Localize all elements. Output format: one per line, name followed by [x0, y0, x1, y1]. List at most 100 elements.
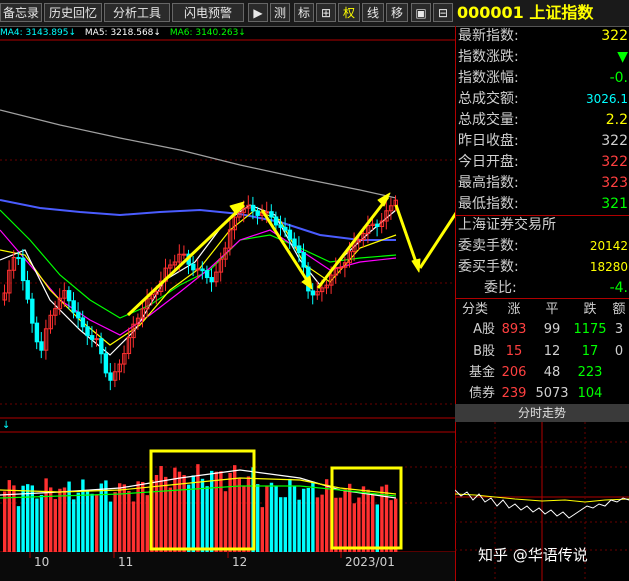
volume-bar — [274, 486, 278, 552]
x-label-dec: 12 — [232, 555, 247, 569]
volume-bar — [334, 497, 338, 552]
volume-bar — [325, 479, 329, 552]
quote-row-open: 今日开盘: 322 — [458, 154, 628, 170]
window-icon[interactable]: ▣ — [411, 3, 431, 22]
volume-bar — [187, 484, 191, 552]
arrow-up-1 — [126, 203, 246, 317]
volume-bar — [214, 471, 218, 552]
table-row: 基金 206 48 223 — [468, 365, 603, 380]
candle-body — [25, 280, 30, 300]
volume-bar — [292, 485, 297, 552]
volume-bar — [389, 500, 393, 552]
candle-body — [16, 257, 21, 260]
moving-average-lines — [0, 109, 397, 356]
volume-bar — [394, 498, 398, 552]
volume-bar — [21, 485, 25, 552]
layout-icon[interactable]: ⊟ — [433, 3, 453, 22]
volume-bar — [95, 494, 99, 552]
arrow-down-2 — [394, 204, 420, 269]
candle-body — [89, 335, 95, 340]
candle-body — [287, 229, 293, 240]
volume-bar — [58, 488, 62, 552]
candle-body — [85, 326, 90, 337]
table-header: 分类 涨 平 跌 额 — [461, 302, 626, 317]
candle-body — [39, 341, 44, 351]
volume-bar — [85, 490, 90, 552]
volume-bar — [99, 483, 103, 552]
volume-bar — [62, 487, 67, 552]
volume-bar — [3, 491, 7, 552]
volume-bar — [191, 475, 195, 552]
arrow-up-3 — [418, 211, 455, 269]
volume-bar — [260, 507, 264, 552]
volume-bar — [131, 501, 136, 552]
volume-bar — [108, 501, 113, 552]
volume-bar — [256, 484, 260, 552]
volume-bar — [352, 503, 356, 552]
volume-bar — [90, 493, 94, 552]
candle-body — [71, 300, 76, 313]
candle-body — [99, 338, 104, 355]
candle-body — [76, 311, 81, 319]
volume-bar — [283, 497, 287, 552]
volume-bar — [343, 489, 347, 552]
kline-chart[interactable]: ↓ 10 11 12 2023/01 — [0, 0, 455, 581]
toolbar: 备忘录 历史回忆 分析工具 闪电预警 ▶ 测 标 ⊞ 权 线 移 ▣ ⊟ 000… — [0, 0, 629, 27]
memo-button[interactable]: 备忘录 — [0, 3, 42, 22]
play-icon[interactable]: ▶ — [248, 3, 268, 22]
history-button[interactable]: 历史回忆 — [44, 3, 102, 22]
candle-body — [255, 210, 260, 216]
candle-body — [209, 277, 214, 283]
quote-row-change: 指数涨跌: ▼ — [458, 49, 628, 65]
ma-white-line — [0, 204, 397, 356]
candle-body — [301, 252, 306, 268]
volume-bar — [223, 491, 228, 552]
candle-body — [30, 298, 35, 324]
volume-bar — [173, 467, 177, 552]
x-label-nov: 11 — [118, 555, 133, 569]
volume-bar — [348, 483, 352, 552]
quote-row-ratio: 委比: -4. — [484, 280, 628, 296]
mark-button[interactable]: 标 — [294, 3, 314, 22]
table-row: 债券 239 5073 104 — [468, 386, 603, 401]
candle-body — [338, 266, 343, 269]
grid-icon[interactable]: ⊞ — [316, 3, 336, 22]
volume-bar — [269, 482, 274, 552]
table-row: A股 893 99 1175 3 — [473, 322, 624, 337]
volume-marker: ↓ — [2, 420, 10, 431]
volume-bar — [72, 499, 76, 552]
volume-bar — [242, 485, 246, 552]
line-button[interactable]: 线 — [362, 3, 384, 22]
measure-button[interactable]: 测 — [270, 3, 290, 22]
tab-intraday-trend[interactable]: 分时走势 — [455, 404, 629, 422]
candle-body — [66, 290, 72, 302]
weight-button[interactable]: 权 — [338, 3, 360, 22]
candle-body — [273, 216, 279, 226]
volume-bar — [306, 488, 310, 552]
move-button[interactable]: 移 — [386, 3, 408, 22]
volume-bar — [361, 486, 366, 552]
flash-alert-button[interactable]: 闪电预警 — [172, 3, 244, 22]
volume-bars — [3, 464, 398, 552]
table-row: B股 15 12 17 0 — [473, 344, 624, 359]
arrow-down-2-head — [411, 258, 421, 273]
volume-bar — [302, 488, 306, 552]
candle-body — [191, 263, 196, 271]
candle-body — [94, 338, 99, 341]
x-label-jan: 2023/01 — [345, 555, 395, 569]
volume-bar — [164, 476, 168, 552]
volume-bar — [49, 487, 53, 552]
quote-row-low: 最低指数: 321 — [458, 196, 628, 212]
volume-bar — [182, 475, 186, 552]
volume-bar — [315, 497, 320, 552]
volume-bar — [12, 485, 16, 552]
analysis-tools-button[interactable]: 分析工具 — [104, 3, 170, 22]
volume-bar — [371, 494, 375, 552]
volume-bar — [35, 498, 39, 552]
volume-bar — [200, 478, 205, 552]
candle-body — [195, 268, 201, 271]
volume-bar — [246, 476, 251, 552]
volume-bar — [136, 481, 140, 552]
volume-bar — [127, 491, 131, 552]
quote-row-ask: 委卖手数: 20142 — [458, 238, 628, 254]
